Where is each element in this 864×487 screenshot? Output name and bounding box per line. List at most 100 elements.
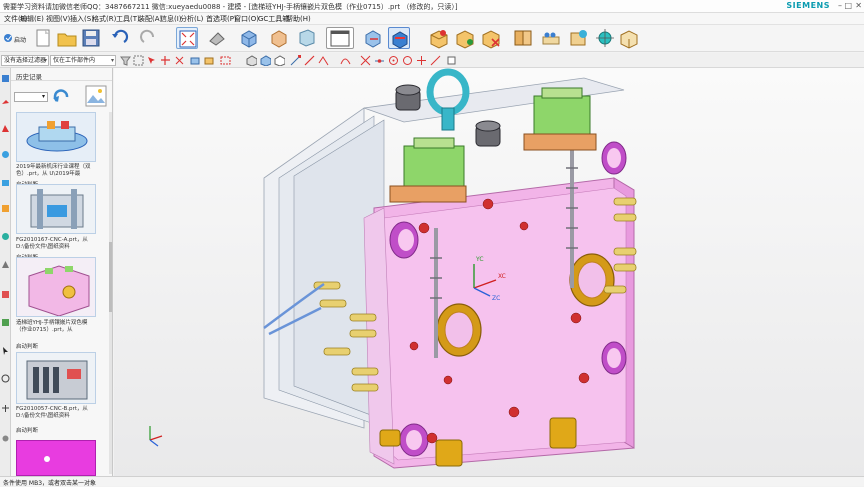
view-orient-button[interactable] (268, 27, 290, 49)
system-scenes-icon[interactable] (1, 318, 10, 327)
type-filter-value: 没有选择过滤器 (4, 57, 47, 64)
clock-icon[interactable] (1, 374, 10, 383)
chevron-down-icon: ▾ (41, 93, 45, 100)
assembly-pick-icon[interactable] (190, 55, 201, 66)
menu-help[interactable]: 帮助(H) (286, 14, 311, 24)
face-icon[interactable] (260, 55, 271, 66)
body-icon[interactable] (246, 55, 257, 66)
menu-analysis[interactable]: 分析(L) (180, 14, 203, 24)
reuse-library-icon[interactable] (1, 124, 10, 133)
assembly-button-3[interactable] (480, 27, 502, 49)
close-button[interactable]: ✕ (855, 1, 862, 10)
menu-bar: 文件(F) 编辑(E) 视图(V) 插入(S) 格式(R) 工具(T) 装配(A… (0, 13, 864, 25)
pattern-icon (542, 32, 560, 45)
component-pick-icon[interactable] (204, 55, 215, 66)
resource-tabs (0, 68, 11, 476)
pin-icon[interactable] (1, 404, 10, 413)
shape-button[interactable] (568, 27, 590, 49)
snap-intersect-icon[interactable] (360, 55, 371, 66)
history-view-select[interactable]: ▾ (14, 92, 48, 102)
menu-window[interactable]: 窗口(O) (234, 14, 259, 24)
history-icon[interactable] (1, 178, 10, 187)
web-browser-icon[interactable] (1, 150, 10, 159)
menu-view[interactable]: 视图(V) (46, 14, 70, 24)
shaded-edges-button[interactable] (206, 27, 228, 49)
cursor-icon[interactable] (1, 346, 10, 355)
box-icon (620, 30, 638, 49)
menu-assembly[interactable]: 装配(A) (138, 14, 162, 24)
measure-button[interactable] (594, 27, 616, 49)
new-button[interactable] (32, 27, 54, 49)
assembly-button-1[interactable] (428, 27, 450, 49)
history-header: 历史记录 (11, 68, 112, 81)
menu-edit[interactable]: 编辑(E) (20, 14, 44, 24)
wcs-xc-label: XC (498, 273, 506, 280)
maximize-button[interactable]: □ (844, 1, 852, 10)
clip-section-icon (392, 31, 408, 49)
minimize-button[interactable]: – (838, 1, 842, 10)
book-button[interactable] (512, 27, 534, 49)
rectangle-select-icon[interactable] (220, 55, 231, 66)
menu-info[interactable]: 信息(I) (160, 14, 182, 24)
palette-icon[interactable] (1, 290, 10, 299)
save-button[interactable] (80, 27, 102, 49)
undo-button[interactable] (108, 27, 130, 49)
part-navigator-icon[interactable] (1, 98, 10, 107)
system-materials-icon[interactable] (1, 204, 10, 213)
fit-view-button[interactable] (176, 27, 198, 49)
history-thumbnail-4[interactable] (16, 352, 96, 404)
snap-tangent-icon[interactable] (318, 55, 329, 66)
menu-preferences[interactable]: 首选项(P) (206, 14, 237, 24)
open-button[interactable] (56, 27, 78, 49)
pattern-button[interactable] (540, 27, 562, 49)
history-thumbnail-5[interactable] (16, 440, 96, 476)
type-filter-select[interactable]: 没有选择过滤器 ▾ (1, 55, 49, 66)
history-toolbar: ▾ (11, 81, 112, 111)
guide-bush-hole (607, 348, 621, 368)
select-feature-icon[interactable] (146, 55, 157, 66)
history-scrollbar[interactable] (109, 112, 112, 474)
select-all-icon[interactable] (133, 55, 144, 66)
deselect-icon[interactable] (174, 55, 185, 66)
guide-bush-hole (398, 229, 414, 251)
scope-select[interactable]: 仅在工作部件内 ▾ (50, 55, 116, 66)
menu-tools[interactable]: 工具(T) (116, 14, 140, 24)
back-arrow-icon[interactable] (51, 89, 69, 105)
start-label: 启动 (14, 37, 27, 44)
settings-icon[interactable] (1, 434, 10, 443)
clip-section-button[interactable] (388, 27, 410, 49)
redo-button[interactable] (138, 27, 160, 49)
snap-quadrant-icon[interactable] (402, 55, 413, 66)
process-studio-icon[interactable] (1, 232, 10, 241)
menu-format[interactable]: 格式(R) (92, 14, 116, 24)
background-button[interactable] (296, 27, 318, 49)
snap-arc-center-icon[interactable] (388, 55, 399, 66)
snap-curve-icon[interactable] (340, 55, 351, 66)
mold-assembly-model[interactable]: YC XC ZC (114, 68, 864, 476)
snap-midpoint-icon[interactable] (374, 55, 385, 66)
start-button[interactable]: 启动 (2, 27, 30, 49)
graphics-window[interactable]: YC XC ZC (114, 68, 864, 476)
shaded-button[interactable] (238, 27, 260, 49)
snap-point-on-face-icon[interactable] (446, 55, 457, 66)
edge-icon[interactable] (274, 55, 285, 66)
menu-insert[interactable]: 插入(S) (70, 14, 94, 24)
section-button[interactable] (362, 27, 384, 49)
history-thumbnail-1[interactable] (16, 112, 96, 162)
snap-line-icon[interactable] (304, 55, 315, 66)
snap-bounded-icon[interactable] (430, 55, 441, 66)
assembly-button-2[interactable] (454, 27, 476, 49)
box-button[interactable] (618, 27, 640, 49)
view-frame-button[interactable] (326, 27, 354, 49)
menu-gc-toolbox[interactable]: GC工具箱 (258, 14, 289, 24)
assembly-navigator-icon[interactable] (1, 74, 10, 83)
scrollbar-thumb[interactable] (109, 242, 112, 312)
roles-icon[interactable] (1, 260, 10, 269)
snap-end-icon[interactable] (290, 55, 301, 66)
preview-image-icon[interactable] (85, 85, 107, 107)
snap-point-icon[interactable] (160, 55, 171, 66)
snap-existing-icon[interactable] (416, 55, 427, 66)
select-filter-icon[interactable] (120, 55, 131, 66)
history-thumbnail-2[interactable] (16, 184, 96, 234)
history-thumbnail-3[interactable] (16, 257, 96, 317)
